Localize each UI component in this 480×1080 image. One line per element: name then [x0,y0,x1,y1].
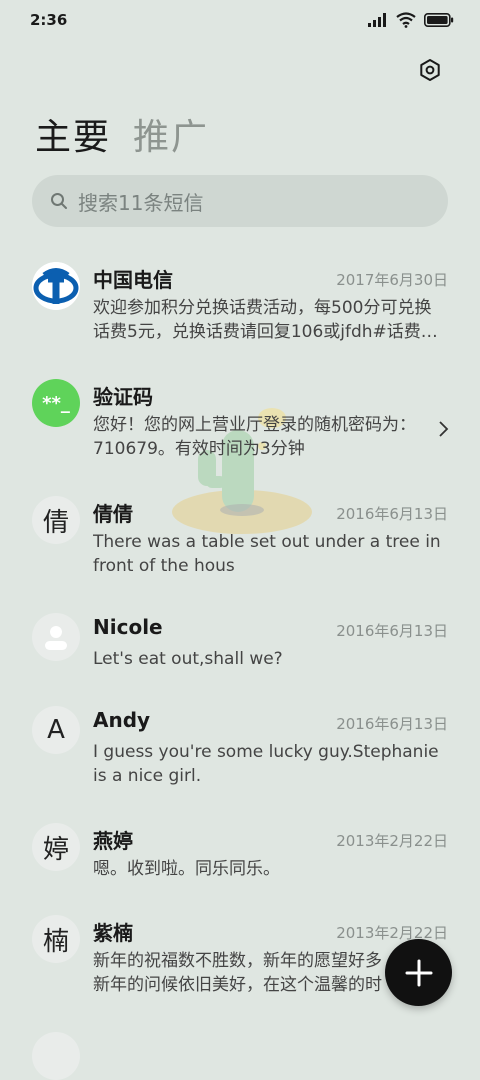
conversation-item[interactable] [0,1022,480,1080]
contact-avatar: 楠 [32,915,80,963]
message-preview: 嗯。收到啦。同乐同乐。 [93,857,448,881]
contact-name: Andy [93,708,151,732]
verification-code-avatar: **_ [32,379,80,427]
preview-line: There was a table set out under a tree i… [93,532,441,552]
message-preview: There was a table set out under a tree i… [93,530,448,578]
preview-line: I guess you're some lucky guy.Stephanie [93,742,439,762]
conversation-item[interactable]: 倩 倩倩 2016年6月13日 There was a table set ou… [0,486,480,598]
contact-name: 倩倩 [93,502,133,526]
preview-line: 710679。有效时间为3分钟 [93,439,305,459]
contact-name: 中国电信 [93,268,173,292]
status-bar: 2:36 [0,0,480,40]
settings-button[interactable] [414,54,446,86]
plus-icon [405,959,432,986]
china-telecom-logo-icon [32,262,80,310]
contact-avatar [32,1032,80,1080]
search-bar[interactable]: 搜索11条短信 [32,175,448,227]
signal-icon [368,13,386,27]
battery-icon [424,13,454,27]
message-date: 2016年6月13日 [336,715,448,733]
preview-line: 欢迎参加积分兑换话费活动，每500分可兑换 [93,298,432,318]
conversation-item[interactable]: **_ 验证码 您好！您的网上营业厅登录的随机密码为： 710679。有效时间为… [0,369,480,481]
search-icon [51,193,67,209]
tab-bar: 主要 推广 [35,108,209,160]
contact-name: 燕婷 [93,829,133,853]
contact-name: Nicole [93,615,163,639]
message-preview: Let's eat out,shall we? [93,647,448,671]
status-icons [368,12,454,28]
conversation-item[interactable]: A Andy 2016年6月13日 I guess you're some lu… [0,696,480,808]
contact-avatar: 婷 [32,823,80,871]
preview-line: 话费5元，兑换话费请回复106或jfdh#话费… [93,322,438,342]
tab-promotions[interactable]: 推广 [133,108,209,160]
conversation-item[interactable]: Nicole 2016年6月13日 Let's eat out,shall we… [0,603,480,693]
contact-name: 验证码 [93,385,153,409]
preview-line: 您好！您的网上营业厅登录的随机密码为： [93,415,416,435]
message-preview: I guess you're some lucky guy.Stephanie … [93,740,448,788]
message-date: 2013年2月22日 [336,924,448,942]
conversation-item[interactable]: 中国电信 2017年6月30日 欢迎参加积分兑换话费活动，每500分可兑换 话费… [0,252,480,364]
preview-line: 嗯。收到啦。同乐同乐。 [93,859,280,879]
preview-line: is a nice girl. [93,766,202,786]
chevron-right-icon[interactable] [436,419,450,439]
search-placeholder: 搜索11条短信 [78,190,204,215]
contact-avatar: 倩 [32,496,80,544]
preview-line: Let's eat out,shall we? [93,649,283,669]
message-preview: 您好！您的网上营业厅登录的随机密码为： 710679。有效时间为3分钟 [93,413,448,461]
contact-avatar: A [32,706,80,754]
settings-icon [420,59,440,81]
message-date: 2013年2月22日 [336,832,448,850]
status-time: 2:36 [30,11,68,29]
message-date: 2016年6月13日 [336,622,448,640]
message-preview: 欢迎参加积分兑换话费活动，每500分可兑换 话费5元，兑换话费请回复106或jf… [93,296,448,344]
preview-line: front of the hous [93,556,235,576]
wifi-icon [396,12,416,28]
message-date: 2016年6月13日 [336,505,448,523]
person-icon [32,613,80,661]
conversation-item[interactable]: 婷 燕婷 2013年2月22日 嗯。收到啦。同乐同乐。 [0,813,480,903]
new-message-button[interactable] [385,939,452,1006]
contact-name: 紫楠 [93,921,133,945]
message-date: 2017年6月30日 [336,271,448,289]
tab-primary[interactable]: 主要 [35,108,111,160]
